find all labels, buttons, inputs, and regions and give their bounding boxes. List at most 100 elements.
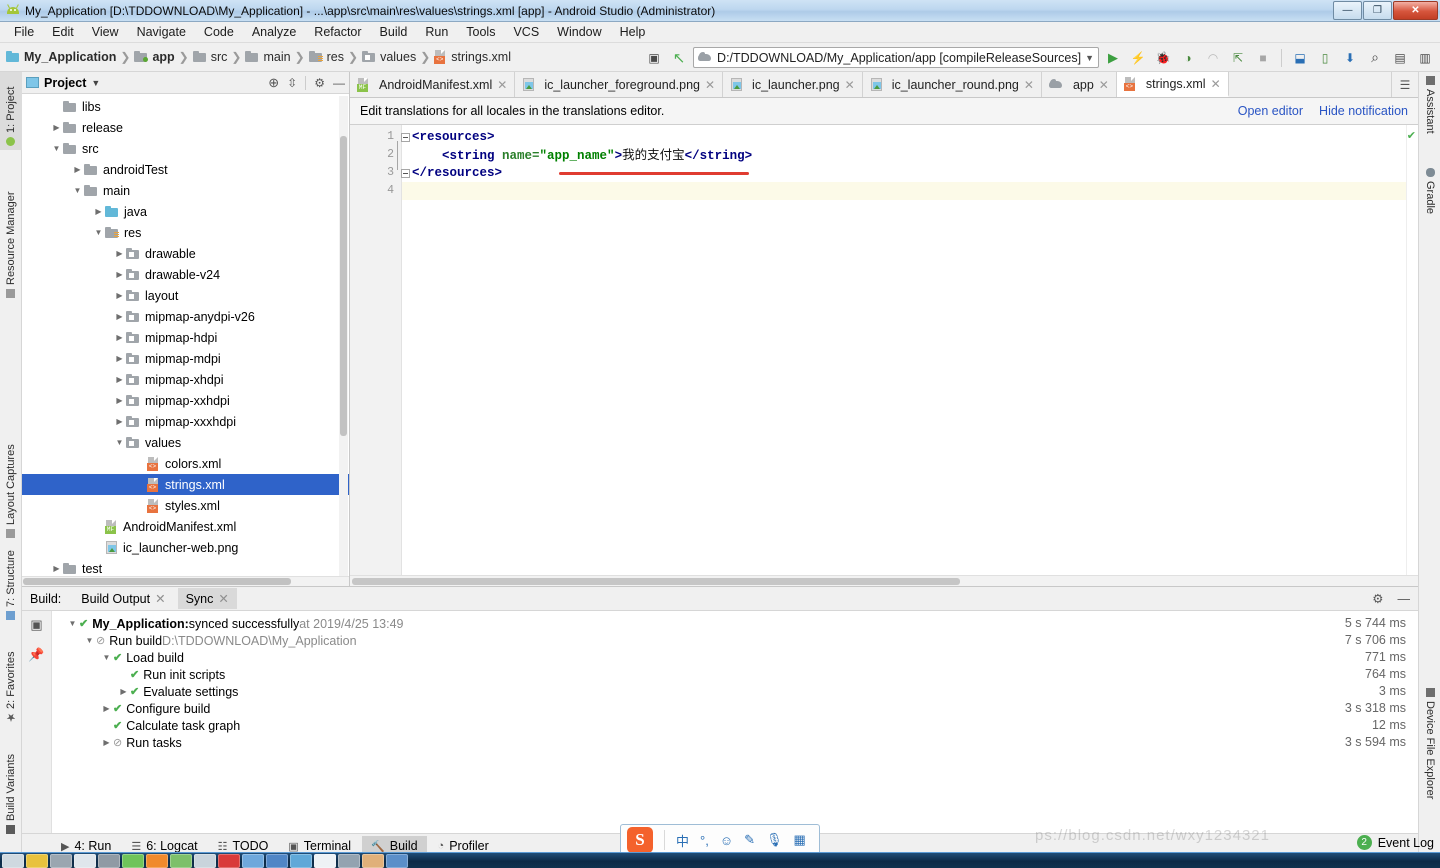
- scrollbar-thumb[interactable]: [23, 578, 291, 585]
- ime-mode-toggle[interactable]: 中: [676, 831, 689, 850]
- close-icon[interactable]: ✕: [497, 78, 507, 92]
- chevron-right-icon[interactable]: ▶: [117, 683, 130, 700]
- build-row[interactable]: ▶ ✔ Evaluate settings: [52, 683, 1418, 700]
- pin-icon[interactable]: 📌: [28, 647, 44, 663]
- taskbar-icon[interactable]: [386, 853, 408, 868]
- chevron-right-icon[interactable]: ▶: [50, 117, 63, 138]
- tree-item-androidtest[interactable]: ▶ androidTest: [22, 159, 349, 180]
- sidebar-item-structure[interactable]: 7: Structure: [0, 524, 22, 624]
- breadcrumb-item-2[interactable]: src: [211, 50, 228, 64]
- taskbar-icon[interactable]: [290, 853, 312, 868]
- tree-item-mipmap-anydpi-v26[interactable]: ▶ mipmap-anydpi-v26: [22, 306, 349, 327]
- menu-navigate[interactable]: Navigate: [129, 23, 194, 41]
- tab-list-icon[interactable]: ☰: [1392, 72, 1418, 97]
- chevron-down-icon[interactable]: ▼: [113, 432, 126, 453]
- build-row[interactable]: ▶ ⊘ Run tasks: [52, 734, 1418, 751]
- tree-item-styles-xml[interactable]: <> styles.xml: [22, 495, 349, 516]
- build-row[interactable]: ▼ ✔ My_Application: synced successfully at…: [52, 615, 1418, 632]
- editor-gutter[interactable]: 1 2 3 4: [350, 125, 410, 575]
- mic-icon[interactable]: 🎙: [766, 832, 783, 848]
- taskbar-icon[interactable]: [122, 853, 144, 868]
- close-icon[interactable]: ✕: [845, 78, 855, 92]
- sogou-logo-icon[interactable]: S: [627, 827, 653, 853]
- tree-item-test[interactable]: ▶ test: [22, 558, 349, 576]
- project-tree-hscrollbar[interactable]: [22, 576, 349, 586]
- tab-build-output[interactable]: Build Output ✕: [73, 588, 173, 609]
- menu-code[interactable]: Code: [196, 23, 242, 41]
- taskbar-icon[interactable]: [98, 853, 120, 868]
- project-tree[interactable]: libs ▶ release ▼ src ▶ androidTest ▼ main ▶ java ▼ r…: [22, 94, 349, 576]
- editor-tab-strings-xml[interactable]: <> strings.xml ✕: [1116, 72, 1229, 97]
- taskbar-icon[interactable]: [194, 853, 216, 868]
- search-button[interactable]: ⌕: [1364, 47, 1386, 69]
- scrollbar-thumb[interactable]: [352, 578, 960, 585]
- tree-item-release[interactable]: ▶ release: [22, 117, 349, 138]
- debug-button[interactable]: 🐞: [1152, 47, 1174, 69]
- menu-view[interactable]: View: [84, 23, 127, 41]
- chevron-down-icon[interactable]: ▼: [91, 78, 100, 88]
- tree-item-mipmap-xxhdpi[interactable]: ▶ mipmap-xxhdpi: [22, 390, 349, 411]
- tree-item-strings-xml[interactable]: <> strings.xml: [22, 474, 349, 495]
- build-row[interactable]: ▼ ⊘ Run build D:\TDDOWNLOAD\My_Application: [52, 632, 1418, 649]
- menu-analyze[interactable]: Analyze: [244, 23, 304, 41]
- emoji-icon[interactable]: ☺: [720, 833, 733, 848]
- hide-notification-link[interactable]: Hide notification: [1319, 104, 1408, 118]
- event-log-button[interactable]: 2 Event Log: [1356, 835, 1434, 850]
- chevron-down-icon[interactable]: ▼: [92, 222, 105, 243]
- tree-item-main[interactable]: ▼ main: [22, 180, 349, 201]
- tree-item-mipmap-hdpi[interactable]: ▶ mipmap-hdpi: [22, 327, 349, 348]
- layout-inspector-button[interactable]: ▥: [1414, 47, 1436, 69]
- settings-gear-icon[interactable]: ⚙: [314, 76, 325, 90]
- editor-tab-app[interactable]: app ✕: [1041, 72, 1117, 97]
- taskbar-icon[interactable]: [218, 853, 240, 868]
- tree-item-mipmap-mdpi[interactable]: ▶ mipmap-mdpi: [22, 348, 349, 369]
- taskbar-icon[interactable]: [314, 853, 336, 868]
- chevron-right-icon[interactable]: ▶: [113, 369, 126, 390]
- menu-window[interactable]: Window: [549, 23, 609, 41]
- apps-icon[interactable]: ▦: [794, 832, 806, 848]
- sidebar-item-resource-manager[interactable]: Resource Manager: [0, 154, 22, 302]
- ime-punctuation-toggle[interactable]: °,: [700, 833, 709, 848]
- chevron-right-icon[interactable]: ▶: [113, 243, 126, 264]
- hide-panel-icon[interactable]: —: [1398, 592, 1411, 606]
- sidebar-item-project[interactable]: 1: Project: [0, 72, 22, 150]
- collapse-all-icon[interactable]: ⇳: [287, 76, 297, 90]
- chevron-right-icon[interactable]: ▶: [113, 285, 126, 306]
- menu-refactor[interactable]: Refactor: [306, 23, 369, 41]
- tree-item-libs[interactable]: libs: [22, 96, 349, 117]
- close-icon[interactable]: ✕: [1099, 78, 1109, 92]
- sidebar-item-assistant[interactable]: Assistant: [1419, 72, 1440, 162]
- sdk-manager-button[interactable]: ⬓: [1289, 47, 1311, 69]
- chevron-down-icon[interactable]: ▼: [71, 180, 84, 201]
- tree-item-mipmap-xxxhdpi[interactable]: ▶ mipmap-xxxhdpi: [22, 411, 349, 432]
- build-output-tree[interactable]: ▼ ✔ My_Application: synced successfully at…: [52, 611, 1418, 833]
- tree-item-values[interactable]: ▼ values: [22, 432, 349, 453]
- sidebar-item-device-file-explorer[interactable]: Device File Explorer: [1419, 684, 1440, 834]
- editor-tab-androidmanifest-xml[interactable]: MF AndroidManifest.xml ✕: [350, 72, 516, 97]
- tree-item-layout[interactable]: ▶ layout: [22, 285, 349, 306]
- tree-item-colors-xml[interactable]: <> colors.xml: [22, 453, 349, 474]
- taskbar-icon[interactable]: [362, 853, 384, 868]
- target-icon[interactable]: ⊕: [268, 75, 279, 91]
- run-button[interactable]: ▶: [1102, 47, 1124, 69]
- breadcrumb-item-4[interactable]: res: [327, 50, 344, 64]
- chevron-down-icon[interactable]: ▼: [1085, 53, 1094, 63]
- tree-item-drawable[interactable]: ▶ drawable: [22, 243, 349, 264]
- chevron-right-icon[interactable]: ▶: [113, 327, 126, 348]
- taskbar-icon[interactable]: [2, 853, 24, 868]
- minimize-button[interactable]: —: [1333, 1, 1362, 20]
- scrollbar-thumb[interactable]: [340, 136, 347, 436]
- chevron-right-icon[interactable]: ▶: [50, 558, 63, 576]
- tree-item-ic-launcher-web-png[interactable]: ic_launcher-web.png: [22, 537, 349, 558]
- attach-debugger-button[interactable]: ⇱: [1227, 47, 1249, 69]
- restart-build-icon[interactable]: ▣: [30, 617, 42, 633]
- hide-panel-icon[interactable]: —: [333, 76, 345, 90]
- restore-button[interactable]: ❐: [1363, 1, 1392, 20]
- run-anything-icon[interactable]: ▣: [643, 47, 665, 69]
- sync-gradle-button[interactable]: ⬇: [1339, 47, 1361, 69]
- editor-tab-ic-launcher-round-png[interactable]: ic_launcher_round.png ✕: [862, 72, 1042, 97]
- build-row[interactable]: ✔ Run init scripts: [52, 666, 1418, 683]
- menu-build[interactable]: Build: [372, 23, 416, 41]
- make-project-icon[interactable]: ↖: [668, 47, 690, 69]
- build-row[interactable]: ▼ ✔ Load build: [52, 649, 1418, 666]
